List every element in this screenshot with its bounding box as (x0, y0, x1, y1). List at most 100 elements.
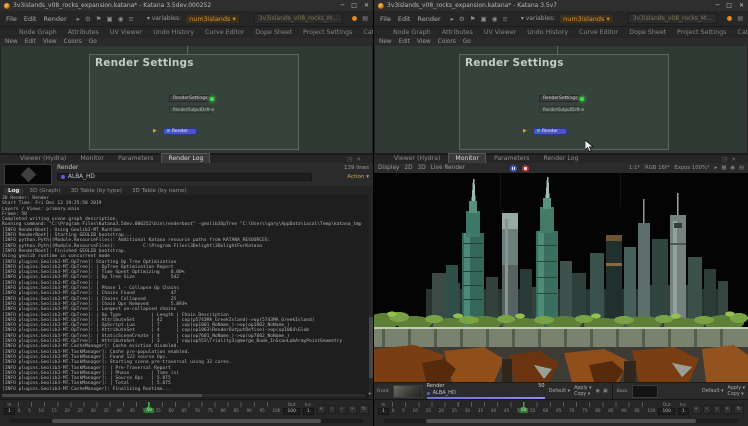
in-value-field[interactable]: 1 (378, 408, 389, 415)
monitor-toolbar-icon[interactable]: ▦ (721, 165, 726, 171)
toolbar-icon[interactable]: ⚑ (470, 15, 476, 23)
transport-button[interactable]: « (692, 405, 701, 414)
channel-mode[interactable]: RGB 16f* (645, 165, 669, 171)
toolbar-icon[interactable]: ▸ (451, 15, 454, 23)
mode-2d-button[interactable]: 2D (404, 165, 412, 171)
renderoutputdefine-node[interactable]: RenderOutputDefine (539, 106, 581, 113)
nodegraph-menu-item[interactable]: Go (89, 39, 97, 45)
pane-split-icon[interactable]: + (368, 391, 372, 397)
timeline-scrollbar[interactable] (10, 419, 363, 423)
pane-tab-render-log[interactable]: Render Log (161, 153, 210, 163)
menu-item[interactable]: Render (416, 15, 441, 23)
log-vertical-scrollbar[interactable] (369, 195, 373, 398)
action-dropdown[interactable]: Action ▾ (347, 174, 369, 180)
menu-item[interactable]: Edit (23, 15, 38, 23)
toolbar-icon[interactable]: ≡ (128, 15, 133, 23)
stop-render-button[interactable] (522, 165, 529, 172)
pane-tab-render-log[interactable]: Render Log (537, 154, 584, 163)
toolbar-icon[interactable]: ▣ (481, 15, 487, 23)
back-default-dropdown[interactable]: Default ▾ (702, 389, 723, 394)
inc-value-field[interactable]: 1 (678, 408, 689, 415)
frame-ruler[interactable]: 0510152025303540455055606570758085909510… (18, 402, 281, 416)
variables-dropdown[interactable]: num3islands ▾ (560, 15, 613, 23)
tab[interactable]: UV Viewer (105, 29, 147, 36)
tab[interactable]: Undo History (148, 29, 199, 36)
menu-item[interactable]: File (5, 15, 18, 23)
out-value-field[interactable]: 100 (658, 408, 674, 415)
pane-tab-viewer[interactable]: Viewer (Hydra) (14, 154, 72, 163)
nodegraph-menu-item[interactable]: Colors (64, 39, 82, 45)
filter-tab-3d-table-name[interactable]: 3D Table (by name) (128, 188, 191, 194)
zoom-level[interactable]: 1:1* (629, 165, 640, 171)
rendersettings-node[interactable]: RenderSettings (169, 95, 211, 102)
node-graph-viewport[interactable]: Render Settings RenderSettings RenderOut… (1, 46, 372, 153)
tab[interactable]: Undo History (522, 29, 573, 36)
out-value-field[interactable]: 100 (283, 408, 299, 415)
tab[interactable]: Curve Editor (200, 29, 249, 36)
minimize-button[interactable]: ─ (341, 2, 345, 9)
tab[interactable]: Project Settings (298, 29, 357, 36)
log-horizontal-scrollbar[interactable] (2, 394, 365, 397)
filter-tab-3d-graph[interactable]: 3D (Graph) (25, 188, 64, 194)
monitor-toolbar-icon[interactable]: ◉ (730, 165, 735, 171)
render-pass-field[interactable]: ALBA_HD (57, 173, 312, 181)
front-apply-dropdown[interactable]: Apply ▾ (574, 386, 591, 391)
transport-button[interactable]: › (338, 405, 346, 414)
monitor-toolbar-icon[interactable]: ▤ (739, 165, 744, 171)
backdrop-node[interactable]: Render Settings (459, 54, 669, 150)
nodegraph-menu-item[interactable]: New (5, 39, 18, 45)
title-bar[interactable]: 3v3islands_v08_rocks_expansion.katana* -… (374, 0, 748, 11)
inc-value-field[interactable]: 1 (303, 408, 314, 415)
close-button[interactable]: ✕ (739, 2, 744, 9)
nodegraph-menu-item[interactable]: Edit (399, 39, 410, 45)
pane-tab-monitor[interactable]: Monitor (74, 154, 110, 163)
transport-button[interactable]: ↻ (359, 405, 369, 414)
backdrop-node[interactable]: Render Settings (89, 54, 299, 150)
back-buffer-thumbnail[interactable] (632, 385, 658, 398)
pane-tab-viewer[interactable]: Viewer (Hydra) (388, 154, 446, 163)
menu-item[interactable]: Render (42, 15, 67, 23)
toolbar-icon[interactable]: ◉ (492, 15, 498, 23)
tab[interactable]: Attributes (437, 29, 478, 36)
toolbar-icon[interactable]: ⚙ (459, 15, 465, 23)
monitor-image-viewport[interactable] (374, 173, 748, 382)
front-copy-dropdown[interactable]: Copy ▾ (574, 392, 591, 397)
rendersettings-node[interactable]: RenderSettings (539, 95, 581, 102)
render-node[interactable]: Render (163, 128, 197, 135)
exposure-control[interactable]: Expos 100%* (674, 165, 709, 171)
message-center-icon[interactable]: ▤ (737, 15, 743, 22)
lock-buffer-icon[interactable]: ▣ (603, 388, 608, 394)
current-frame-marker[interactable]: 50 (144, 402, 154, 413)
timeline-scrollbar[interactable] (384, 419, 738, 423)
tab[interactable]: UV Viewer (479, 29, 521, 36)
toolbar-icon[interactable]: ▸ (77, 15, 80, 23)
nodegraph-menu-item[interactable]: Go (463, 39, 471, 45)
nodegraph-menu-item[interactable]: View (417, 39, 431, 45)
pane-tab-monitor[interactable]: Monitor (448, 153, 486, 163)
tab[interactable]: Attributes (63, 29, 104, 36)
filter-tab-log[interactable]: Log (4, 188, 23, 194)
pause-render-button[interactable] (510, 165, 517, 172)
frame-ruler[interactable]: 0510152025303540455055606570758085909510… (392, 402, 656, 416)
transport-button[interactable]: « (317, 405, 326, 414)
live-render-button[interactable]: Live Render (431, 165, 465, 171)
nodegraph-menu-item[interactable]: Colors (438, 39, 456, 45)
menu-item[interactable]: Edit (397, 15, 412, 23)
node-graph-viewport[interactable]: Render Settings RenderSettings RenderOut… (375, 46, 747, 153)
maximize-button[interactable]: □ (351, 2, 357, 9)
message-center-icon[interactable]: ▤ (362, 15, 368, 22)
toolbar-icon[interactable]: ⚙ (85, 15, 91, 23)
nodegraph-menu-item[interactable]: Edit (25, 39, 36, 45)
title-bar[interactable]: 3v3islands_v08_rocks_expansion.katana* -… (0, 0, 373, 11)
toolbar-icon[interactable]: ≡ (502, 15, 507, 23)
toolbar-icon[interactable]: ◉ (118, 15, 124, 23)
renderoutputdefine-node[interactable]: RenderOutputDefine (169, 106, 211, 113)
tab[interactable]: Catalog (358, 29, 374, 36)
pane-tab-parameters[interactable]: Parameters (112, 154, 159, 163)
toolbar-icon[interactable]: ⚑ (96, 15, 102, 23)
transport-button[interactable]: ‹ (328, 405, 336, 414)
tab[interactable]: Dope Sheet (250, 29, 297, 36)
maximize-button[interactable]: □ (726, 2, 732, 9)
in-value-field[interactable]: 1 (4, 408, 15, 415)
back-copy-dropdown[interactable]: Copy ▾ (728, 392, 745, 397)
